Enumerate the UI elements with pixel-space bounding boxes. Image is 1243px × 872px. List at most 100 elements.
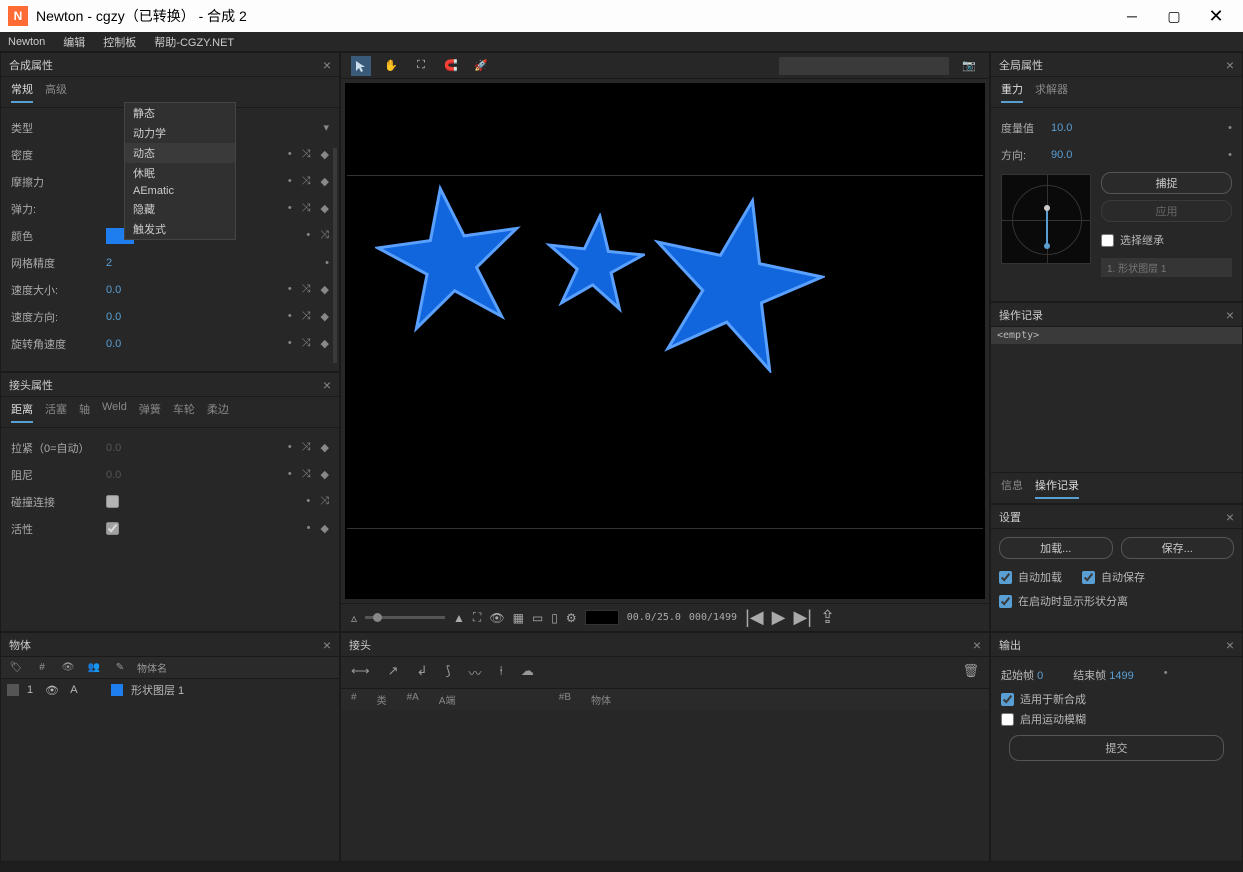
keyframe-icon[interactable]: ◆ (321, 175, 329, 188)
close-icon[interactable]: × (323, 637, 331, 653)
close-button[interactable]: ✕ (1209, 9, 1223, 23)
menu-newton[interactable]: Newton (8, 36, 45, 48)
prop-value[interactable]: 0.0 (106, 284, 186, 296)
dot-icon[interactable]: • (288, 310, 292, 323)
showsplit-checkbox[interactable] (999, 595, 1012, 608)
close-icon[interactable]: × (323, 377, 331, 393)
dropdown-item[interactable]: 静态 (125, 103, 235, 123)
shuffle-icon[interactable]: ⤨ (302, 283, 311, 296)
tab-distance[interactable]: 距离 (11, 401, 33, 423)
zoom-out-icon[interactable]: ▵ (351, 611, 357, 625)
camera-icon[interactable]: 📷 (959, 56, 979, 76)
dot-icon[interactable]: • (288, 283, 292, 296)
gravity-direction-widget[interactable] (1001, 174, 1091, 264)
export-button[interactable]: ⇪ (820, 607, 835, 628)
tab-blob[interactable]: 柔边 (207, 401, 229, 423)
start-frame[interactable]: 0 (1037, 670, 1043, 682)
shuffle-icon[interactable]: ⤨ (302, 148, 311, 161)
keyframe-icon[interactable]: ◆ (321, 148, 329, 161)
autosave-checkbox[interactable] (1082, 571, 1095, 584)
tab-solver[interactable]: 求解器 (1035, 81, 1068, 103)
eye-icon[interactable]: 👁 (45, 684, 59, 697)
inherit-checkbox[interactable] (1101, 234, 1114, 247)
eye-icon[interactable]: 👁 (489, 611, 504, 625)
joint-tool-pivot[interactable]: ↲ (417, 663, 428, 682)
panel-icon[interactable]: ▭ (532, 611, 543, 625)
search-input[interactable] (779, 57, 949, 75)
submit-button[interactable]: 提交 (1009, 735, 1224, 761)
tab-wheel[interactable]: 车轮 (173, 401, 195, 423)
end-frame[interactable]: 1499 (1109, 670, 1133, 682)
close-icon[interactable]: × (323, 57, 331, 73)
newcomp-checkbox[interactable] (1001, 693, 1014, 706)
load-button[interactable]: 加载... (999, 537, 1113, 559)
rocket-tool[interactable]: 🚀 (471, 56, 491, 76)
play-button[interactable]: ▶ (772, 607, 786, 628)
grid-icon[interactable]: ▦ (513, 611, 524, 625)
trash-icon[interactable]: 🗑 (962, 663, 979, 682)
joint-tool-piston[interactable]: ↗ (388, 663, 399, 682)
joint-tool-distance[interactable]: ⟷ (351, 663, 370, 682)
autoload-checkbox[interactable] (999, 571, 1012, 584)
close-icon[interactable]: × (1226, 57, 1234, 73)
close-icon[interactable]: × (973, 637, 981, 653)
object-row[interactable]: 1 👁 A 形状图层 1 (1, 679, 339, 701)
close-icon[interactable]: × (1226, 307, 1234, 323)
close-icon[interactable]: × (1226, 509, 1234, 525)
dot-icon[interactable]: • (288, 148, 292, 161)
tab-history[interactable]: 操作记录 (1035, 477, 1079, 499)
zoom-in-icon[interactable]: ▲ (453, 611, 465, 625)
capture-button[interactable]: 捕捉 (1101, 172, 1232, 194)
magnet-tool[interactable]: 🧲 (441, 56, 461, 76)
prop-value[interactable]: 10.0 (1051, 122, 1131, 134)
shuffle-icon[interactable]: ⤨ (302, 175, 311, 188)
edit-icon[interactable]: ✎ (111, 662, 129, 673)
next-frame-button[interactable]: ▶| (793, 607, 812, 628)
gear-icon[interactable]: ⚙ (566, 611, 577, 625)
chevron-down-icon[interactable]: ▾ (323, 121, 329, 134)
fit-icon[interactable]: ⛶ (473, 610, 481, 625)
keyframe-icon[interactable]: ◆ (321, 310, 329, 323)
keyframe-icon[interactable]: ◆ (321, 202, 329, 215)
shuffle-icon[interactable]: ⤨ (302, 202, 311, 215)
joint-tool-weld[interactable]: ⟆ (445, 663, 450, 682)
dropdown-item[interactable]: AEmatic (125, 183, 235, 199)
joint-tool-blob[interactable]: ☁ (521, 663, 534, 682)
keyframe-icon[interactable]: ◆ (321, 283, 329, 296)
motionblur-checkbox[interactable] (1001, 713, 1014, 726)
type-dropdown[interactable]: 静态 动力学 动态 休眠 AEmatic 隐藏 触发式 (124, 102, 236, 240)
tab-piston[interactable]: 活塞 (45, 401, 67, 423)
tab-pivot[interactable]: 轴 (79, 401, 90, 423)
dropdown-item[interactable]: 动态 (125, 143, 235, 163)
tab-advanced[interactable]: 高级 (45, 81, 67, 103)
shuffle-icon[interactable]: ⤨ (302, 337, 311, 350)
prop-value[interactable]: 0.0 (106, 338, 186, 350)
dropdown-item[interactable]: 隐藏 (125, 199, 235, 219)
prev-frame-button[interactable]: |◀ (745, 607, 764, 628)
dot-icon[interactable]: • (306, 229, 310, 242)
minimize-button[interactable]: ─ (1125, 9, 1139, 23)
joint-tool-wheel[interactable]: ⍿ (500, 663, 503, 682)
select-tool[interactable] (351, 56, 371, 76)
tab-general[interactable]: 常规 (11, 81, 33, 103)
tab-weld[interactable]: Weld (102, 401, 127, 423)
history-item[interactable]: <empty> (991, 327, 1242, 344)
dropdown-item[interactable]: 休眠 (125, 163, 235, 183)
shuffle-icon[interactable]: ⤨ (320, 229, 329, 242)
prop-value[interactable]: 0.0 (106, 311, 186, 323)
menu-control[interactable]: 控制板 (103, 34, 136, 50)
shuffle-icon[interactable]: ⤨ (302, 310, 311, 323)
tab-info[interactable]: 信息 (1001, 477, 1023, 499)
preview-canvas[interactable] (345, 83, 985, 599)
maximize-button[interactable]: ▢ (1167, 9, 1181, 23)
save-button[interactable]: 保存... (1121, 537, 1235, 559)
dot-icon[interactable]: • (288, 175, 292, 188)
menu-edit[interactable]: 编辑 (63, 34, 85, 50)
tab-gravity[interactable]: 重力 (1001, 81, 1023, 103)
dropdown-item[interactable]: 触发式 (125, 219, 235, 239)
tag-icon[interactable]: 🏷 (7, 662, 25, 673)
tab-spring[interactable]: 弹簧 (139, 401, 161, 423)
hand-tool[interactable]: ✋ (381, 56, 401, 76)
layer-select[interactable]: 1. 形状图层 1 (1101, 258, 1232, 277)
group-icon[interactable]: 👥 (85, 662, 103, 673)
